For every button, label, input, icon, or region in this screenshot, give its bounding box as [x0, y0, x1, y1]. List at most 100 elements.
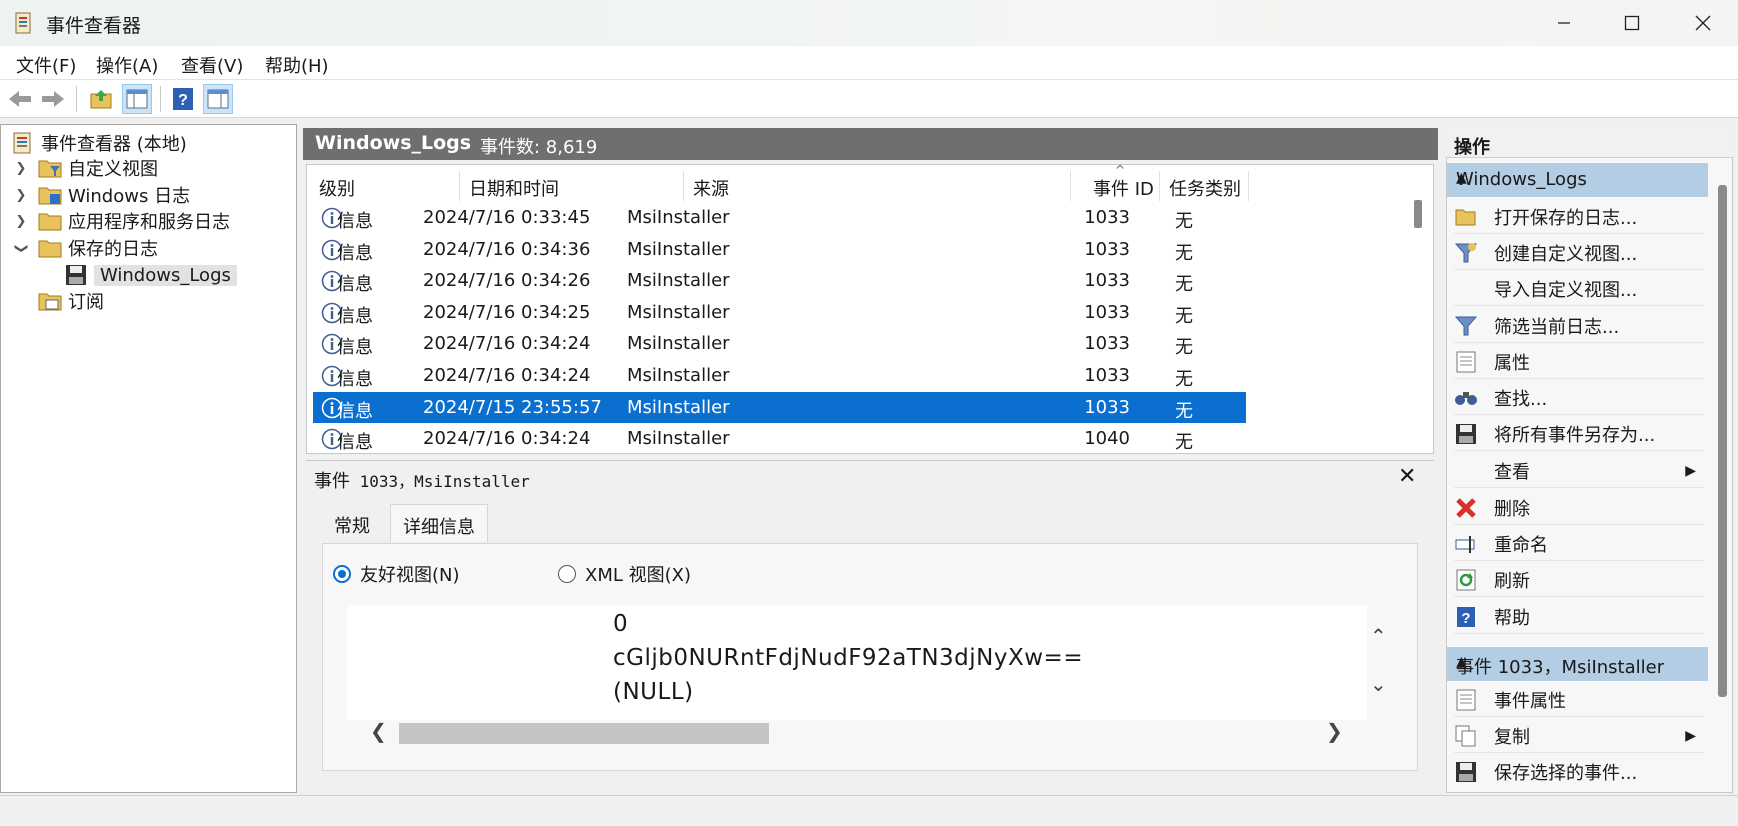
close-detail-button[interactable]: ✕	[1398, 464, 1416, 489]
row-event-id: 1033	[1084, 270, 1130, 292]
action-open-saved-log[interactable]: 打开保存的日志...	[1454, 200, 1704, 234]
submenu-arrow-icon: ▶	[1685, 462, 1696, 479]
list-scrollbar-thumb[interactable]	[1414, 200, 1422, 228]
column-divider[interactable]	[1159, 171, 1160, 201]
tree-item-custom-views[interactable]: ❯ 自定义视图	[14, 155, 158, 181]
maximize-icon	[1624, 15, 1640, 31]
title-bar: 事件查看器	[0, 0, 1738, 46]
row-source: MsiInstaller	[627, 238, 730, 260]
actions-scrollbar-thumb[interactable]	[1718, 185, 1727, 697]
scroll-right-button[interactable]: ❯	[1326, 719, 1343, 743]
row-source: MsiInstaller	[627, 301, 730, 323]
collapse-icon[interactable]: ▲	[1456, 654, 1699, 670]
row-task-category: 无	[1175, 305, 1193, 327]
submenu-arrow-icon: ▶	[1685, 727, 1696, 744]
tree-root[interactable]: 事件查看器 (本地)	[11, 130, 187, 156]
show-hide-action-pane-button[interactable]	[203, 84, 233, 114]
filter-icon	[1454, 314, 1478, 338]
tree-item-label: Windows_Logs	[94, 264, 237, 286]
event-row[interactable]: 信息 2024/7/16 0:33:45 MsiInstaller 1033 无	[313, 202, 1246, 233]
close-button[interactable]	[1668, 0, 1738, 46]
horizontal-scrollbar-thumb[interactable]	[399, 723, 769, 744]
chevron-right-icon[interactable]: ❯	[14, 188, 28, 203]
event-row[interactable]: 信息 2024/7/16 0:34:26 MsiInstaller 1033 无	[313, 265, 1246, 296]
log-title: Windows_Logs	[315, 132, 472, 154]
chevron-right-icon[interactable]: ❯	[14, 214, 28, 229]
save-icon	[1454, 760, 1478, 784]
action-import-custom-view[interactable]: 导入自定义视图...	[1454, 272, 1704, 306]
tree-item-label: 保存的日志	[68, 239, 158, 260]
tree-item-saved-logs[interactable]: ❯ 保存的日志	[14, 235, 159, 261]
minimize-button[interactable]	[1529, 0, 1599, 46]
row-level: 信息	[337, 211, 373, 232]
tree-item-windows-logs-saved[interactable]: Windows_Logs	[64, 262, 237, 288]
action-view[interactable]: 查看 ▶	[1454, 454, 1704, 488]
event-row[interactable]: 信息 2024/7/16 0:34:24 MsiInstaller 1033 无	[313, 360, 1246, 391]
chevron-right-icon[interactable]: ❯	[14, 161, 28, 176]
action-copy[interactable]: 复制 ▶	[1454, 719, 1704, 753]
action-find[interactable]: 查找...	[1454, 381, 1704, 415]
saved-log-icon	[66, 265, 86, 285]
action-properties[interactable]: 属性	[1454, 345, 1704, 379]
up-folder-button[interactable]	[86, 84, 116, 114]
column-divider[interactable]	[683, 171, 684, 201]
log-header: Windows_Logs 事件数: 8,619	[303, 128, 1438, 160]
collapse-icon[interactable]: ▲	[1456, 170, 1699, 186]
friendly-view-radio[interactable]: 友好视图(N)	[333, 561, 460, 587]
scroll-down-button[interactable]: ⌄	[1370, 672, 1387, 696]
action-save-selected-events[interactable]: 保存选择的事件...	[1454, 755, 1704, 789]
action-label: 创建自定义视图...	[1494, 243, 1638, 265]
event-data-line: (NULL)	[613, 679, 694, 705]
column-divider[interactable]	[1248, 171, 1249, 201]
actions-section-log[interactable]: Windows_Logs ▲	[1447, 163, 1708, 197]
event-row[interactable]: 信息 2024/7/16 0:34:24 MsiInstaller 1033 无	[313, 328, 1246, 359]
column-divider[interactable]	[1070, 171, 1071, 201]
actions-section-event[interactable]: 事件 1033，MsiInstaller ▲	[1447, 647, 1708, 681]
column-header-level[interactable]: 级别	[319, 175, 355, 201]
tab-general[interactable]: 常规	[322, 504, 382, 542]
folder-icon	[38, 240, 62, 258]
tab-details[interactable]: 详细信息	[390, 504, 488, 542]
forward-button[interactable]	[38, 84, 68, 114]
event-row[interactable]: 信息 2024/7/16 0:34:24 MsiInstaller 1040 无	[313, 423, 1246, 453]
column-header-source[interactable]: 来源	[693, 175, 729, 201]
save-icon	[1454, 422, 1478, 446]
xml-view-radio[interactable]: XML 视图(X)	[558, 561, 691, 587]
column-header-task-category[interactable]: 任务类别	[1169, 175, 1241, 201]
scroll-up-button[interactable]: ⌃	[1370, 624, 1387, 648]
menu-view[interactable]: 查看(V)	[181, 52, 243, 78]
tree-item-label: Windows 日志	[68, 186, 191, 207]
menu-action[interactable]: 操作(A)	[96, 52, 158, 78]
event-row[interactable]: 信息 2024/7/16 0:34:36 MsiInstaller 1033 无	[313, 234, 1246, 265]
menu-file[interactable]: 文件(F)	[16, 52, 76, 78]
action-refresh[interactable]: 刷新	[1454, 563, 1704, 597]
column-header-event-id[interactable]: 事件 ID	[1093, 175, 1154, 201]
column-divider[interactable]	[459, 171, 460, 201]
scroll-left-button[interactable]: ❮	[370, 719, 387, 743]
tree-item-subscriptions[interactable]: 订阅	[38, 288, 104, 314]
column-header-datetime[interactable]: 日期和时间	[469, 175, 559, 201]
action-event-properties[interactable]: 事件属性	[1454, 683, 1704, 717]
action-create-custom-view[interactable]: 创建自定义视图...	[1454, 236, 1704, 270]
action-help[interactable]: ? 帮助	[1454, 600, 1704, 634]
tree-item-app-service-logs[interactable]: ❯ 应用程序和服务日志	[14, 208, 230, 234]
help-button[interactable]: ?	[168, 84, 198, 114]
event-row[interactable]: 信息 2024/7/15 23:55:57 MsiInstaller 1033 无	[313, 391, 1246, 423]
menu-help[interactable]: 帮助(H)	[265, 52, 329, 78]
action-delete[interactable]: 删除	[1454, 491, 1704, 525]
back-button[interactable]	[5, 84, 35, 114]
row-datetime: 2024/7/16 0:34:24	[423, 333, 591, 355]
event-row[interactable]: 信息 2024/7/16 0:34:25 MsiInstaller 1033 无	[313, 297, 1246, 328]
show-hide-tree-button[interactable]	[122, 84, 152, 114]
row-source: MsiInstaller	[627, 396, 730, 418]
tree-item-windows-logs[interactable]: ❯ Windows 日志	[14, 182, 191, 208]
action-label: 查找...	[1494, 388, 1548, 410]
row-level: 信息	[337, 274, 373, 296]
row-datetime: 2024/7/16 0:34:36	[423, 238, 591, 260]
maximize-button[interactable]	[1597, 0, 1667, 46]
action-rename[interactable]: 重命名	[1454, 527, 1704, 561]
action-filter-current-log[interactable]: 筛选当前日志...	[1454, 309, 1704, 343]
chevron-down-icon[interactable]: ❯	[14, 241, 29, 255]
filter-icon	[1454, 241, 1478, 265]
action-save-all-events-as[interactable]: 将所有事件另存为...	[1454, 417, 1704, 451]
